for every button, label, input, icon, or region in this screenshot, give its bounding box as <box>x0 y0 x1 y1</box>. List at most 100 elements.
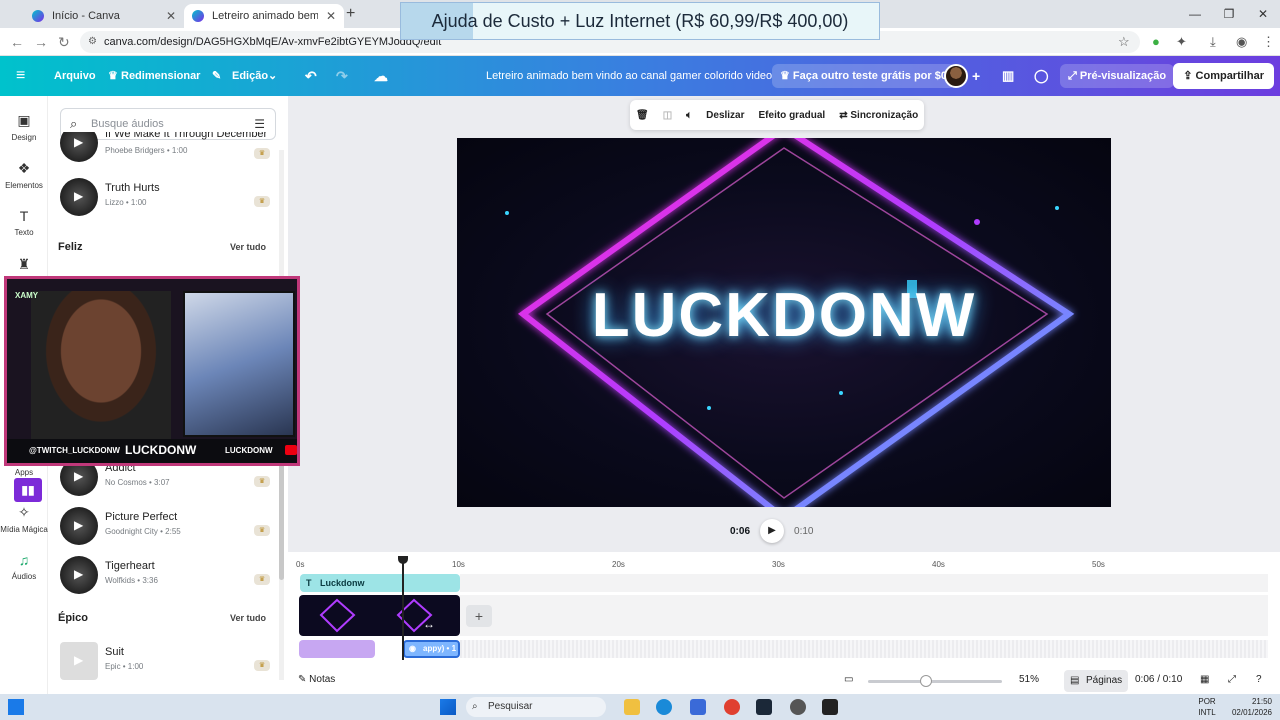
store-icon[interactable] <box>690 699 706 715</box>
reload-icon[interactable]: ↻ <box>58 34 70 51</box>
chevron-down-icon[interactable]: ⌄ <box>268 56 277 96</box>
edge-icon[interactable] <box>656 699 672 715</box>
rail-texto[interactable]: T Texto <box>0 208 48 237</box>
hamburger-menu-icon[interactable]: ≡ <box>16 56 25 96</box>
play-thumbnail[interactable] <box>60 507 98 545</box>
language-indicator[interactable]: POR INTL <box>1198 696 1215 718</box>
help-icon[interactable]: ? <box>1256 674 1262 685</box>
fullscreen-icon[interactable]: ⤢ <box>1228 674 1236 685</box>
pages-button[interactable]: ▤ Páginas <box>1064 670 1129 692</box>
close-tab-icon[interactable]: ✕ <box>166 9 176 23</box>
see-all-link[interactable]: Ver tudo <box>230 242 266 252</box>
comment-icon[interactable]: ◯ <box>1034 56 1049 96</box>
rail-apps[interactable]: Apps <box>0 468 48 477</box>
close-tab-icon[interactable]: ✕ <box>326 9 336 23</box>
share-icon: ⇪ <box>1183 70 1196 82</box>
extensions-puzzle-icon[interactable]: ✦ <box>1176 34 1187 50</box>
play-thumbnail[interactable] <box>60 642 98 680</box>
chrome-icon[interactable] <box>724 699 740 715</box>
list-item[interactable]: Suit Epic • 1:00 ♛ <box>60 642 280 682</box>
steam-icon[interactable] <box>756 699 772 715</box>
fade-effect-button[interactable]: Efeito gradual <box>759 110 826 121</box>
play-thumbnail[interactable] <box>60 132 98 162</box>
slide-button[interactable]: Deslizar <box>706 110 744 121</box>
play-button[interactable]: ▶ <box>760 519 785 543</box>
zoom-slider[interactable] <box>868 675 1002 687</box>
undo-icon[interactable]: ↶ <box>305 56 317 96</box>
grid-view-icon[interactable]: ▦ <box>1200 674 1209 685</box>
list-item[interactable]: If We Make It Through December Phoebe Br… <box>60 132 280 162</box>
bookmark-star-icon[interactable]: ☆ <box>1118 34 1130 50</box>
close-window-icon[interactable]: ✕ <box>1246 0 1280 28</box>
audio-clip-selected[interactable]: ◉ appy) • 1 <box>403 640 460 658</box>
fit-view-icon[interactable]: ▭ <box>844 674 853 685</box>
play-thumbnail[interactable] <box>60 556 98 594</box>
play-thumbnail[interactable] <box>60 178 98 216</box>
trial-button[interactable]: ♛ Faça outro teste grátis por $0 <box>772 64 955 88</box>
add-collaborator-icon[interactable]: + <box>972 56 980 96</box>
share-button[interactable]: ⇪ Compartilhar <box>1173 63 1274 89</box>
restore-icon[interactable]: ❐ <box>1212 0 1246 28</box>
design-canvas-video[interactable]: LUCKDONW <box>457 138 1111 507</box>
split-icon[interactable]: ◫ <box>663 110 672 121</box>
crown-icon: ♛ <box>254 148 270 159</box>
tick-label: 30s <box>772 560 785 569</box>
trash-icon[interactable]: 🗑 <box>636 110 649 121</box>
menu-edicao[interactable]: Edição <box>232 56 268 96</box>
zoom-level[interactable]: 51% <box>1019 674 1039 685</box>
obs-icon[interactable] <box>790 699 806 715</box>
tab-letreiro[interactable]: Letreiro animado bem vindo ao canal ✕ <box>184 4 344 28</box>
rail-audios[interactable]: ♫ Áudios <box>0 552 48 581</box>
audio-clip[interactable] <box>299 640 375 658</box>
tab-title: Início - Canva <box>52 10 120 22</box>
menu-arquivo[interactable]: Arquivo <box>54 56 96 96</box>
capcut-icon[interactable] <box>822 699 838 715</box>
redo-icon[interactable]: ↷ <box>336 56 348 96</box>
file-explorer-icon[interactable] <box>624 699 640 715</box>
text-clip[interactable]: T Luckdonw <box>300 574 460 592</box>
design-title[interactable]: Letreiro animado bem vindo ao canal game… <box>486 56 772 96</box>
playhead[interactable] <box>398 556 408 660</box>
rail-brand[interactable]: ♜ <box>0 256 48 277</box>
see-all-link[interactable]: Ver tudo <box>230 613 266 623</box>
browser-menu-icon[interactable]: ⋮ <box>1262 34 1275 50</box>
sync-button[interactable]: ⇄ Sincronização <box>839 110 918 121</box>
list-item[interactable]: Tigerheart Wolfkids • 3:36 ♛ <box>60 556 280 596</box>
zoom-slider-knob[interactable] <box>920 675 932 687</box>
user-avatar[interactable] <box>944 64 968 88</box>
insights-chart-icon[interactable]: ▥ <box>1002 56 1014 96</box>
notes-button[interactable]: ✎ Notas <box>298 674 335 685</box>
crown-icon: ♛ <box>254 660 270 671</box>
extension-icon[interactable]: ● <box>1152 34 1160 49</box>
cloud-saved-icon[interactable]: ☁ <box>374 56 388 96</box>
volume-icon[interactable]: 🔈︎ <box>686 110 692 121</box>
rail-midia-magica[interactable]: ✧ Mídia Mágica <box>0 504 48 534</box>
trial-label: Faça outro teste grátis por $0 <box>792 70 947 82</box>
new-tab-icon[interactable]: + <box>346 5 355 23</box>
rail-elementos[interactable]: ❖ Elementos <box>0 160 48 190</box>
canvas-title-text[interactable]: LUCKDONW <box>457 280 1111 351</box>
pages-icon: ▤ <box>1070 675 1080 686</box>
donation-goal-banner: Ajuda de Custo + Luz Internet (R$ 60,99/… <box>400 2 880 40</box>
list-item[interactable]: Picture Perfect Goodnight City • 2:55 ♛ <box>60 507 280 547</box>
download-icon[interactable]: ⤓ <box>1210 34 1216 50</box>
menu-redimensionar[interactable]: Redimensionar <box>121 56 200 96</box>
tab-inicio[interactable]: Início - Canva ✕ <box>24 4 184 28</box>
minimize-icon[interactable]: — <box>1178 0 1212 28</box>
back-icon[interactable]: ← <box>10 34 24 50</box>
channel-logo: XAMY <box>15 291 39 300</box>
rail-design[interactable]: ▣ Design <box>0 112 48 142</box>
forward-icon[interactable]: → <box>34 34 48 50</box>
clock[interactable]: 21:50 02/01/2026 <box>1232 696 1272 718</box>
list-item[interactable]: Truth Hurts Lizzo • 1:00 ♛ <box>60 178 280 218</box>
taskbar-search[interactable]: ⌕ Pesquisar <box>466 697 606 717</box>
preview-button[interactable]: ⤢ Pré-visualização <box>1060 64 1175 88</box>
crown-icon: ♛ <box>254 196 270 207</box>
notes-label: Notas <box>309 674 336 685</box>
desktop-icon[interactable] <box>8 699 24 715</box>
video-clip[interactable]: ↔ <box>299 595 460 636</box>
profile-icon[interactable]: ◉ <box>1236 34 1247 50</box>
resize-handle-icon[interactable]: ↔ <box>423 617 435 631</box>
add-clip-button[interactable]: + <box>466 605 492 627</box>
windows-start-icon[interactable] <box>440 699 456 715</box>
